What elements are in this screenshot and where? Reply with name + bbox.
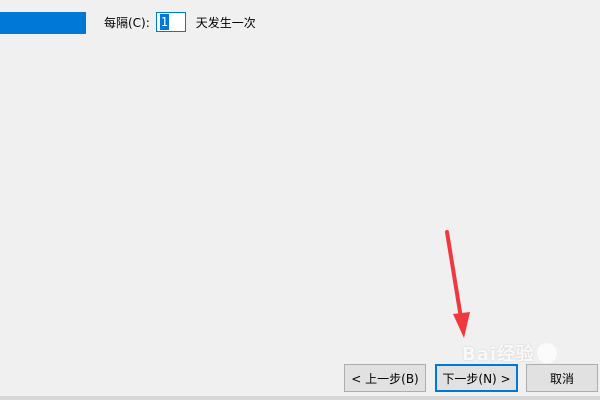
watermark: Bai经验 <box>462 338 572 368</box>
every-label: 每隔(C): <box>104 15 150 30</box>
interval-value: 1 <box>159 14 170 30</box>
bottom-divider <box>0 396 600 400</box>
back-button[interactable]: < 上一步(B) <box>344 364 426 392</box>
interval-input[interactable]: 1 <box>155 12 186 32</box>
watermark-text: Bai经验 <box>462 344 536 365</box>
interval-unit-label: 天发生一次 <box>195 15 256 30</box>
next-button[interactable]: 下一步(N) > <box>435 364 518 392</box>
cancel-button[interactable]: 取消 <box>526 364 598 392</box>
interval-row: 每隔(C): 1 天发生一次 <box>104 11 256 33</box>
paw-icon <box>537 343 558 363</box>
sidebar-selected-item[interactable] <box>0 12 86 34</box>
